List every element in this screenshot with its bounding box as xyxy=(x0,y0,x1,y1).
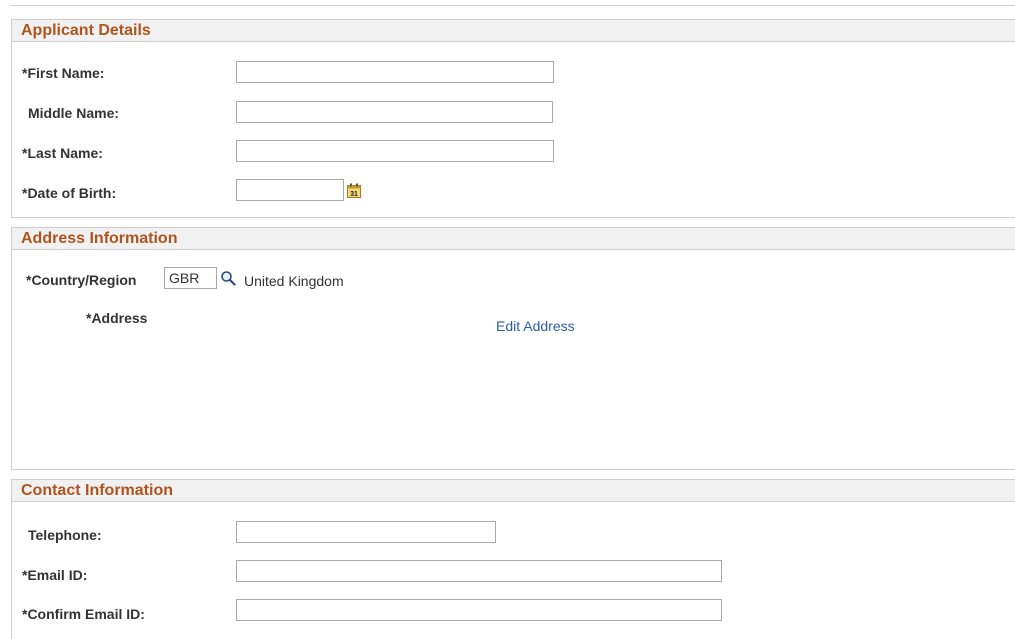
email-input[interactable] xyxy=(236,560,722,582)
email-label: *Email ID: xyxy=(22,567,88,583)
top-divider xyxy=(11,5,1015,6)
country-region-label: *Country/Region xyxy=(26,272,137,288)
last-name-input[interactable] xyxy=(236,140,554,162)
country-name: United Kingdom xyxy=(244,273,344,289)
contact-information-section: Contact Information Telephone: *Email ID… xyxy=(11,479,1015,639)
middle-name-input[interactable] xyxy=(236,101,553,123)
confirm-email-input[interactable] xyxy=(236,599,722,621)
date-of-birth-label: *Date of Birth: xyxy=(22,185,117,201)
telephone-input[interactable] xyxy=(236,521,496,543)
telephone-label: Telephone: xyxy=(28,527,102,543)
applicant-details-section: Applicant Details *First Name: Middle Na… xyxy=(11,19,1015,218)
section-title: Address Information xyxy=(12,227,1015,250)
date-of-birth-input[interactable] xyxy=(236,179,344,201)
address-information-section: Address Information *Country/Region GBR … xyxy=(11,227,1015,470)
section-title: Applicant Details xyxy=(12,19,1015,42)
section-title: Contact Information xyxy=(12,479,1015,502)
address-label: *Address xyxy=(86,310,148,326)
edit-address-link[interactable]: Edit Address xyxy=(496,318,575,334)
calendar-icon[interactable]: 31 xyxy=(347,183,361,198)
middle-name-label: Middle Name: xyxy=(28,105,120,121)
country-code-field[interactable]: GBR xyxy=(164,267,217,289)
last-name-label: *Last Name: xyxy=(22,145,103,161)
search-icon[interactable] xyxy=(220,270,236,286)
confirm-email-label: *Confirm Email ID: xyxy=(22,606,145,622)
svg-text:31: 31 xyxy=(350,191,358,198)
first-name-input[interactable] xyxy=(236,61,554,83)
first-name-label: *First Name: xyxy=(22,65,105,81)
